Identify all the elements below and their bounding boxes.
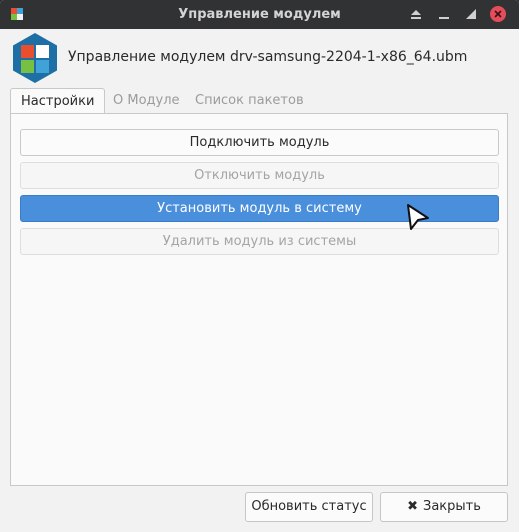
- tab-package-list[interactable]: Список пакетов: [195, 88, 304, 114]
- restore-icon[interactable]: [463, 6, 479, 22]
- mouse-pointer-icon: [407, 204, 429, 230]
- close-button[interactable]: ✖ Закрыть: [380, 492, 508, 522]
- module-logo-icon: [13, 33, 57, 83]
- tab-settings[interactable]: Настройки: [10, 88, 106, 114]
- disconnect-module-button[interactable]: Отключить модуль: [20, 162, 499, 189]
- module-manager-window: Управление модулем Управление модулем dr…: [0, 0, 519, 532]
- settings-panel: Подключить модуль Отключить модуль Устан…: [10, 113, 508, 486]
- refresh-status-button[interactable]: Обновить статус: [245, 492, 373, 522]
- module-title: Управление модулем drv-samsung-2204-1-x8…: [68, 49, 468, 65]
- minimize-icon[interactable]: [436, 6, 452, 22]
- close-icon[interactable]: [490, 6, 506, 22]
- module-header: Управление модулем drv-samsung-2204-1-x8…: [0, 29, 519, 85]
- eject-maximize-icon[interactable]: [408, 6, 424, 22]
- connect-module-button[interactable]: Подключить модуль: [20, 129, 499, 156]
- close-x-icon: ✖: [407, 499, 418, 514]
- close-button-label: Закрыть: [423, 499, 481, 514]
- titlebar: Управление модулем: [0, 0, 519, 29]
- tab-about-module[interactable]: О Модуле: [113, 88, 180, 114]
- remove-module-button[interactable]: Удалить модуль из системы: [20, 228, 499, 255]
